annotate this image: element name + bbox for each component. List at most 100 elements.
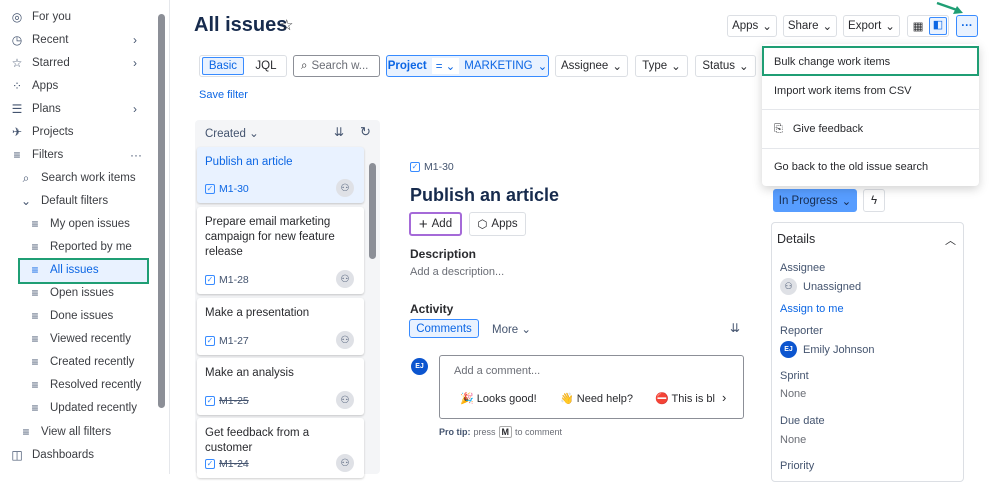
issue-card[interactable]: Get feedback from a customer ✓ M1-24 ⚇ [197, 418, 364, 478]
share-button[interactable]: Share ⌄ [783, 15, 837, 37]
quick-reply-need-help[interactable]: 👋 Need help? [560, 392, 633, 405]
menu-item-give-feedback[interactable]: ⎘ Give feedback [774, 123, 863, 136]
menu-item-bulk-change[interactable]: Bulk change work items [774, 56, 890, 68]
star-icon: ☆ [11, 56, 23, 70]
details-heading[interactable]: Details [777, 232, 815, 246]
sidebar-item-filter[interactable]: ≡ My open issues [28, 213, 130, 235]
sidebar-item-search-work-items[interactable]: ⌕ Search work items [19, 167, 136, 189]
comments-tab[interactable]: Comments [409, 319, 479, 338]
filter-icon: ≡ [31, 378, 39, 392]
quick-reply-looks-good[interactable]: 🎉 Looks good! [460, 392, 537, 405]
search-input[interactable]: ⌕ Search w... [293, 55, 380, 77]
more-icon[interactable]: ··· [130, 148, 142, 162]
sidebar-item-filter[interactable]: ≡ Open issues [28, 282, 113, 304]
menu-item-old-search[interactable]: Go back to the old issue search [774, 161, 928, 173]
issue-title: Publish an article [205, 156, 293, 168]
label: Apps [491, 218, 518, 230]
sidebar-item-filter[interactable]: ≡ Viewed recently [28, 328, 131, 350]
due-date-label: Due date [780, 415, 825, 427]
reporter-avatar: EJ [780, 341, 797, 358]
lightning-icon: ϟ [870, 194, 878, 207]
sidebar-item-projects[interactable]: ✈ Projects [10, 121, 74, 143]
detail-apps-button[interactable]: ⬡ Apps [469, 212, 526, 236]
project-filter[interactable]: Project = ⌄ MARKETING ⌄ [386, 55, 549, 77]
issue-card[interactable]: Prepare email marketing campaign for new… [197, 207, 364, 294]
description-heading: Description [410, 247, 477, 261]
basic-tab[interactable]: Basic [202, 57, 244, 75]
sidebar-item-plans[interactable]: ☰ Plans › [10, 98, 160, 120]
issue-key[interactable]: ✓ M1-30 [410, 161, 454, 173]
assignee-avatar-icon[interactable]: ⚇ [336, 454, 354, 472]
chevron-down-icon: ⌄ [537, 61, 548, 73]
label: In Progress [778, 194, 838, 207]
menu-item-import-csv[interactable]: Import work items from CSV [774, 85, 912, 97]
assignee-label: Assignee [780, 262, 826, 274]
issue-card[interactable]: Make an analysis ✓ M1-25 ⚇ [197, 358, 364, 415]
sort-dropdown[interactable]: Created ⌄ [205, 126, 259, 140]
assignee-field[interactable]: ⚇ Unassigned [780, 278, 861, 295]
sidebar-scrollbar[interactable] [158, 14, 165, 408]
chevron-right-icon[interactable]: › [722, 390, 726, 405]
list-view-icon[interactable]: ▦ [909, 19, 927, 33]
sort-order-icon[interactable]: ⇊ [334, 125, 344, 139]
sidebar-item-view-all-filters[interactable]: ≡ View all filters [19, 421, 111, 443]
sprint-value[interactable]: None [780, 388, 806, 400]
detail-view-icon[interactable]: ◧ [929, 17, 947, 35]
automation-button[interactable]: ϟ [863, 189, 885, 212]
more-tab[interactable]: More ⌄ [492, 322, 531, 336]
description-input[interactable]: Add a description... [410, 266, 504, 278]
chevron-down-icon: ⌄ [885, 21, 895, 33]
quick-reply-blocker[interactable]: ⛔ This is bl [655, 392, 717, 405]
type-filter[interactable]: Type ⌄ [635, 55, 688, 77]
sidebar-item-filter[interactable]: ≡ All issues [28, 259, 99, 281]
sidebar-item-filter[interactable]: ≡ Updated recently [28, 397, 136, 419]
sidebar-item-filters[interactable]: ≡ Filters ··· [10, 144, 160, 166]
apps-button[interactable]: Apps ⌄ [727, 15, 777, 37]
filter-icon: ≡ [31, 401, 39, 415]
chevron-up-icon[interactable]: ︿ [945, 232, 956, 248]
sidebar-item-dashboards[interactable]: ◫ Dashboards [10, 444, 94, 466]
label: Created [205, 128, 246, 140]
comment-box[interactable]: Add a comment... 🎉 Looks good! 👋 Need he… [439, 355, 744, 419]
sidebar-item-filter[interactable]: ≡ Done issues [28, 305, 113, 327]
chevron-down-icon: ⌄ [738, 61, 749, 73]
assignee-avatar-icon[interactable]: ⚇ [336, 391, 354, 409]
export-button[interactable]: Export ⌄ [843, 15, 900, 37]
assignee-avatar-icon[interactable]: ⚇ [336, 331, 354, 349]
sidebar-item-apps[interactable]: ⁘ Apps [10, 75, 58, 97]
sidebar-item-for-you[interactable]: ◎ For you [10, 6, 71, 28]
sidebar-item-filter[interactable]: ≡ Created recently [28, 351, 134, 373]
more-actions-button[interactable]: ··· [956, 15, 978, 37]
assign-to-me-link[interactable]: Assign to me [780, 303, 844, 315]
label: My open issues [50, 218, 130, 230]
reporter-field[interactable]: EJ Emily Johnson [780, 341, 875, 358]
assignee-avatar-icon[interactable]: ⚇ [336, 179, 354, 197]
sidebar-item-default-filters[interactable]: ⌄ Default filters [19, 190, 108, 212]
save-filter-link[interactable]: Save filter [199, 89, 248, 101]
star-icon[interactable]: ☆ [280, 16, 293, 34]
sidebar-item-filter[interactable]: ≡ Resolved recently [28, 374, 141, 396]
assignee-filter[interactable]: Assignee ⌄ [555, 55, 628, 77]
jql-tab[interactable]: JQL [248, 60, 284, 72]
issue-card[interactable]: Publish an article ✓ M1-30 ⚇ [197, 147, 364, 203]
label: All issues [50, 264, 99, 276]
issue-title[interactable]: Publish an article [410, 185, 559, 206]
operator-select[interactable]: = ⌄ [431, 58, 460, 74]
due-date-value[interactable]: None [780, 434, 806, 446]
assignee-avatar-icon[interactable]: ⚇ [336, 270, 354, 288]
sidebar-item-starred[interactable]: ☆ Starred › [10, 52, 160, 74]
page-title: All issues [194, 14, 288, 36]
sidebar-item-recent[interactable]: ◷ Recent › [10, 29, 160, 51]
issue-card[interactable]: Make a presentation ✓ M1-27 ⚇ [197, 298, 364, 355]
label: Type [642, 60, 668, 72]
sidebar-item-filter[interactable]: ≡ Reported by me [28, 236, 131, 258]
label: Resolved recently [50, 379, 142, 391]
activity-sort-icon[interactable]: ⇊ [730, 321, 740, 335]
feedback-icon: ⎘ [774, 123, 783, 135]
refresh-icon[interactable]: ↻ [360, 124, 371, 140]
list-scrollbar[interactable] [369, 163, 376, 259]
status-filter[interactable]: Status ⌄ [695, 55, 756, 77]
add-button[interactable]: + Add [409, 212, 462, 236]
label: Apps [732, 20, 759, 32]
status-dropdown[interactable]: In Progress ⌄ [773, 189, 857, 212]
